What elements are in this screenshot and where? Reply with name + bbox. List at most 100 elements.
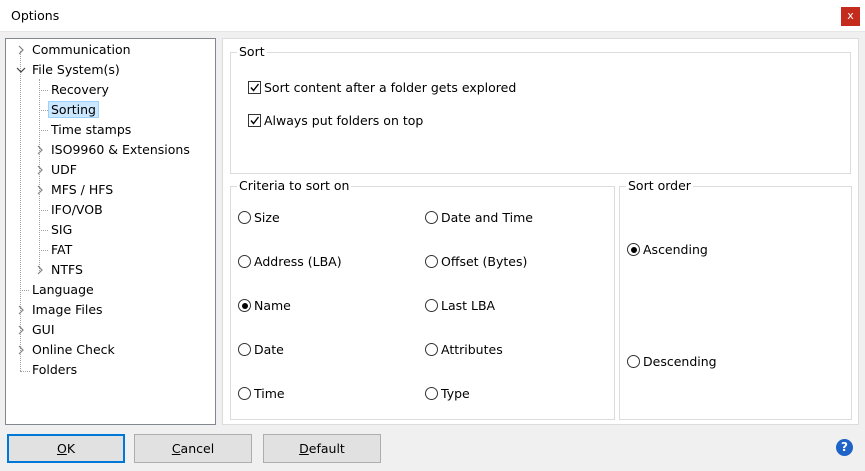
radio-circle[interactable]	[425, 255, 438, 268]
ok-button[interactable]: OK	[7, 434, 125, 463]
tree-item-label: Communication	[32, 42, 131, 57]
chevron-down-icon[interactable]	[16, 65, 26, 75]
tree-line	[39, 210, 48, 211]
tree-item-label: UDF	[51, 162, 77, 177]
radio-label: Offset (Bytes)	[441, 254, 528, 269]
chevron-right-icon[interactable]	[35, 165, 45, 175]
radio-label: Ascending	[643, 242, 708, 257]
radio-label: Size	[254, 210, 280, 225]
tree-item-sig[interactable]: SIG	[39, 221, 74, 239]
radio-circle[interactable]	[238, 299, 251, 312]
criteria-type-radio[interactable]: Type	[425, 386, 470, 404]
radio-circle[interactable]	[238, 211, 251, 224]
criteria-size-radio[interactable]: Size	[238, 210, 280, 228]
checkbox-box[interactable]	[248, 114, 261, 127]
sort-after-explore-checkbox[interactable]: Sort content after a folder gets explore…	[248, 80, 516, 98]
radio-circle[interactable]	[425, 387, 438, 400]
radio-circle[interactable]	[425, 211, 438, 224]
sort-group: Sort Sort content after a folder gets ex…	[230, 44, 851, 174]
tree-item-gui[interactable]: GUI	[16, 321, 57, 339]
tree-line	[39, 130, 48, 131]
tree-item-label: ISO9960 & Extensions	[51, 142, 190, 157]
radio-circle[interactable]	[238, 255, 251, 268]
criteria-time-radio[interactable]: Time	[238, 386, 285, 404]
tree-item-recovery[interactable]: Recovery	[39, 81, 111, 99]
tree-item-online-check[interactable]: Online Check	[16, 341, 117, 359]
window-title: Options	[11, 8, 60, 23]
tree-line	[39, 90, 48, 91]
close-icon: x	[847, 9, 854, 22]
chevron-right-icon[interactable]	[16, 345, 26, 355]
chevron-right-icon[interactable]	[16, 45, 26, 55]
tree-item-fat[interactable]: FAT	[39, 241, 74, 259]
close-button[interactable]: x	[841, 7, 860, 26]
radio-label: Last LBA	[441, 298, 496, 313]
tree-item-label: FAT	[51, 242, 73, 257]
tree-item-label: SIG	[51, 222, 73, 237]
sort-group-title: Sort	[237, 44, 267, 59]
default-button[interactable]: Default	[263, 434, 381, 463]
tree-item-label: Image Files	[32, 302, 103, 317]
folders-on-top-checkbox[interactable]: Always put folders on top	[248, 113, 423, 131]
tree-item-udf[interactable]: UDF	[35, 161, 79, 179]
criteria-group: Criteria to sort on Size Address (LBA) N…	[230, 178, 615, 420]
tree-item-folders[interactable]: Folders	[30, 361, 79, 379]
tree-item-mfs-hfs[interactable]: MFS / HFS	[35, 181, 115, 199]
tree-item-sorting[interactable]: Sorting	[39, 101, 99, 119]
radio-circle[interactable]	[425, 343, 438, 356]
tree-item-label: GUI	[32, 322, 55, 337]
tree-item-language[interactable]: Language	[20, 281, 96, 299]
tree-item-file-systems[interactable]: File System(s)	[16, 61, 122, 79]
default-label: efault	[308, 441, 345, 456]
checkbox-box[interactable]	[248, 81, 261, 94]
tree-line	[39, 230, 48, 231]
ok-accel: O	[56, 441, 67, 456]
criteria-offset-radio[interactable]: Offset (Bytes)	[425, 254, 527, 272]
criteria-last-lba-radio[interactable]: Last LBA	[425, 298, 495, 316]
chevron-right-icon[interactable]	[16, 305, 26, 315]
tree-item-label: NTFS	[51, 262, 83, 277]
ascending-radio[interactable]: Ascending	[627, 242, 708, 260]
tree-item-ifo-vob[interactable]: IFO/VOB	[39, 201, 105, 219]
radio-circle[interactable]	[238, 387, 251, 400]
tree-line	[20, 290, 29, 291]
criteria-attributes-radio[interactable]: Attributes	[425, 342, 503, 360]
tree-item-label: MFS / HFS	[51, 182, 114, 197]
chevron-right-icon[interactable]	[35, 145, 45, 155]
chevron-right-icon[interactable]	[35, 265, 45, 275]
tree-line	[39, 110, 48, 111]
options-tree[interactable]: Communication File System(s) Recovery So…	[5, 38, 216, 425]
radio-label: Name	[254, 298, 291, 313]
cancel-button[interactable]: Cancel	[134, 434, 252, 463]
tree-item-communication[interactable]: Communication	[16, 41, 133, 59]
checkmark-icon	[250, 83, 260, 92]
criteria-group-title: Criteria to sort on	[237, 178, 352, 193]
chevron-right-icon[interactable]	[35, 185, 45, 195]
criteria-date-radio[interactable]: Date	[238, 342, 284, 360]
radio-circle[interactable]	[627, 243, 640, 256]
tree-item-label: Folders	[32, 362, 78, 377]
tree-item-label: IFO/VOB	[51, 202, 103, 217]
tree-item-label: File System(s)	[32, 62, 120, 77]
chevron-right-icon[interactable]	[16, 325, 26, 335]
tree-item-label: Time stamps	[51, 122, 132, 137]
radio-label: Date	[254, 342, 284, 357]
radio-circle[interactable]	[425, 299, 438, 312]
tree-item-ntfs[interactable]: NTFS	[35, 261, 85, 279]
tree-line	[20, 371, 30, 372]
help-icon[interactable]: ?	[836, 439, 853, 456]
tree-item-image-files[interactable]: Image Files	[16, 301, 105, 319]
tree-item-label: Recovery	[51, 82, 109, 97]
radio-label: Descending	[643, 354, 717, 369]
radio-circle[interactable]	[627, 355, 640, 368]
radio-circle[interactable]	[238, 343, 251, 356]
tree-item-time-stamps[interactable]: Time stamps	[39, 121, 133, 139]
tree-item-label: Language	[32, 282, 94, 297]
tree-item-iso9960[interactable]: ISO9960 & Extensions	[35, 141, 192, 159]
criteria-date-time-radio[interactable]: Date and Time	[425, 210, 533, 228]
checkmark-icon	[250, 116, 260, 125]
criteria-name-radio[interactable]: Name	[238, 298, 291, 316]
descending-radio[interactable]: Descending	[627, 354, 717, 372]
cancel-label: ancel	[180, 441, 215, 456]
criteria-address-radio[interactable]: Address (LBA)	[238, 254, 342, 272]
